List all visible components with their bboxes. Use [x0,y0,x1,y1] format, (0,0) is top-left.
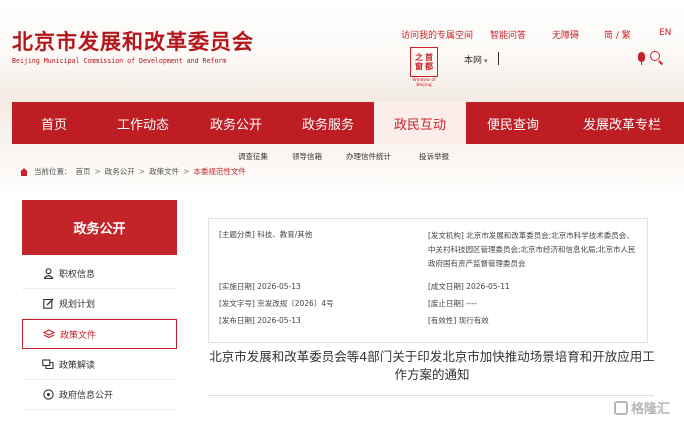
chat-icon [42,359,54,371]
meta-doc-number: [发文字号] 京发改规〔2026〕4号 [219,299,334,308]
nav-gov-affairs[interactable]: 政务公开 [190,102,282,144]
info-circle-icon [42,389,54,401]
link-accessibility[interactable]: 无障碍 [552,28,579,41]
link-english[interactable]: EN [659,28,671,38]
breadcrumb-gov-affairs[interactable]: 政务公开 [105,166,135,177]
seal-caption: Window of Beijing [412,78,436,88]
edit-icon [42,298,54,310]
search-input[interactable] [498,52,499,65]
subnav-leader-mailbox[interactable]: 领导信箱 [292,151,322,162]
sidebar-item-policy-docs[interactable]: 政策文件 [22,319,177,349]
sidebar-item-authority-info[interactable]: 职权信息 [22,259,177,289]
breadcrumb-home[interactable]: 首页 [76,166,91,177]
main-nav: 首页 工作动态 政务公开 政务服务 政民互动 便民查询 发展改革专栏 [12,102,684,144]
subnav-survey[interactable]: 调查征集 [238,151,268,162]
divider [208,395,654,396]
home-icon [20,167,28,176]
sidebar-item-label: 规划计划 [59,300,96,310]
sidebar-title: 政务公开 [22,200,177,255]
site-subtitle: Beijing Municipal Commission of Developm… [12,57,227,65]
nav-gov-services[interactable]: 政务服务 [282,102,374,144]
breadcrumb-separator: > [94,167,101,176]
site-title[interactable]: 北京市发展和改革委员会 [12,26,254,56]
sub-nav: 调查征集 领导信箱 办理信件统计 投诉举报 [0,148,684,162]
sidebar-item-label: 政策文件 [60,330,97,341]
meta-effective-date: [实施日期] 2026-05-13 [219,282,301,291]
sidebar-item-planning[interactable]: 规划计划 [22,289,177,319]
person-icon [42,268,54,280]
meta-validity: [有效性] 现行有效 [428,316,489,325]
search-scope-select[interactable]: 本网 ▾ [464,53,488,66]
site-header: 北京市发展和改革委员会 Beijing Municipal Commission… [0,0,684,102]
breadcrumb-policy-docs[interactable]: 政策文件 [149,166,179,177]
sidebar: 政务公开 职权信息 规划计划 政策文件 政策解读 政府信息公开 [22,200,177,424]
sidebar-item-label: 政府信息公开 [59,391,114,401]
link-personal-space[interactable]: 访问我的专属空间 [401,28,473,41]
subnav-complaints[interactable]: 投诉举报 [419,151,449,162]
subnav-letter-stats[interactable]: 办理信件统计 [346,151,391,162]
breadcrumb-separator: > [138,167,146,176]
document-title: 北京市发展和改革委员会等4部门关于印发北京市加快推动场景培育和开放应用工作方案的… [209,349,655,382]
nav-public-interaction[interactable]: 政民互动 [374,102,466,144]
sidebar-item-gov-info-disclosure[interactable]: 政府信息公开 [22,380,177,410]
nav-convenience-query[interactable]: 便民查询 [466,102,560,144]
seal-glyph: 首 [425,53,433,62]
meta-repeal-date: [废止日期] ---- [428,299,478,308]
breadcrumb-prefix: 当前位置： [34,167,72,176]
watermark-logo-icon [614,401,628,415]
breadcrumb-separator: > [183,167,190,176]
search-bar: 本网 ▾ [450,49,670,69]
breadcrumb-current[interactable]: 本委规范性文件 [193,166,246,177]
chevron-down-icon: ▾ [484,57,488,65]
nav-work-news[interactable]: 工作动态 [96,102,190,144]
meta-publish-date: [发布日期] 2026-05-13 [219,316,301,325]
capital-window-seal-icon[interactable]: 之 首 窗 都 [410,47,438,77]
seal-glyph: 都 [425,62,433,71]
page: { "header": { "site_title": "北京市发展和改革委员会… [0,0,684,424]
sidebar-item-label: 职权信息 [59,270,96,280]
microphone-icon[interactable] [638,52,645,65]
meta-issuer: [发文机构] 北京市发展和改革委员会;北京市科学技术委员会、中关村科技园区管理委… [428,231,636,268]
layers-icon [43,328,55,340]
link-simplified-traditional[interactable]: 简 / 繁 [604,28,631,41]
search-icon[interactable] [650,51,660,61]
sidebar-item-label: 政策解读 [59,361,96,371]
sidebar-item-policy-interpretation[interactable]: 政策解读 [22,350,177,380]
seal-glyph: 窗 [415,62,423,71]
meta-subject: [主题分类] 科技、教育/其他 [219,230,313,239]
seal-glyph: 之 [415,53,423,62]
document-panel: [主题分类] 科技、教育/其他 [发文机构] 北京市发展和改革委员会;北京市科学… [200,210,662,424]
watermark: 格隆汇 [614,398,670,417]
document-metadata-box: [主题分类] 科技、教育/其他 [发文机构] 北京市发展和改革委员会;北京市科学… [208,218,648,343]
link-smart-qa[interactable]: 智能问答 [490,28,526,41]
nav-reform-column[interactable]: 发展改革专栏 [560,102,684,144]
meta-issue-date: [成文日期] 2026-05-11 [428,282,510,291]
breadcrumb: 当前位置： 首页 > 政务公开 > 政策文件 > 本委规范性文件 [20,166,250,177]
nav-home[interactable]: 首页 [12,102,96,144]
